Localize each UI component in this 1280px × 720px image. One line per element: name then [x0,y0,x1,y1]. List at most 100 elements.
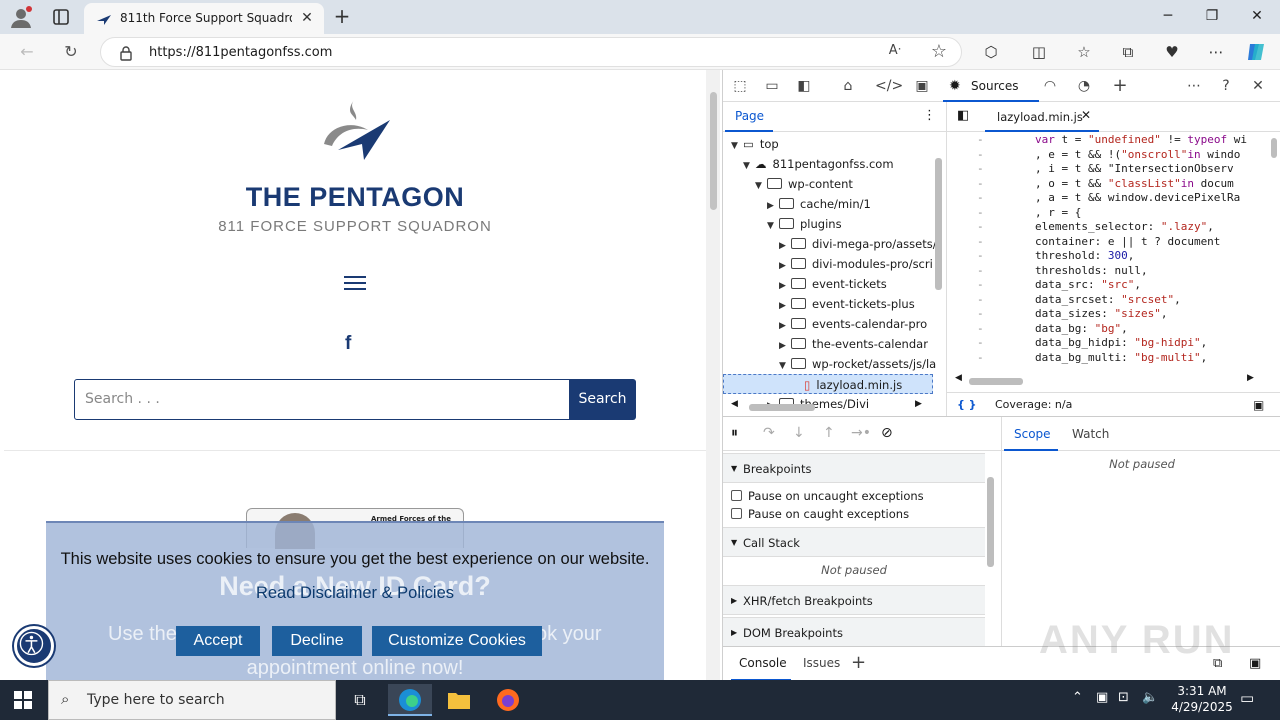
tree-item[interactable]: ▶ cache/min/1 [723,194,933,214]
address-bar[interactable]: https://811pentagonfss.com Aᐧ ☆ [100,37,962,67]
collections-icon[interactable]: ⧉ [1115,39,1141,65]
welcome-home-icon[interactable]: ⌂ [837,76,859,96]
accessibility-icon[interactable] [14,626,54,666]
deactivate-breakpoints-icon[interactable]: ⊘ [881,425,893,441]
line-gutter[interactable]: - [977,220,984,235]
close-drawer-icon[interactable]: ▣ [1249,656,1261,671]
add-drawer-tab-button[interactable]: + [851,652,866,673]
copilot-icon[interactable] [1245,40,1269,64]
line-gutter[interactable]: - [977,307,984,322]
network-icon[interactable]: ◠ [1039,76,1061,96]
scrollbar-thumb[interactable] [710,92,717,210]
tab-page[interactable]: Page [735,109,764,123]
devtools-menu-icon[interactable]: ⋯ [1183,76,1205,96]
collapsed-icon[interactable]: ▶ [779,256,791,276]
refresh-icon[interactable]: ↻ [58,39,84,65]
step-over-icon[interactable]: ↷ [763,425,775,441]
tab-sources[interactable]: ✹ Sources [943,70,1039,102]
navigator-menu-icon[interactable]: ⋮ [923,108,936,123]
line-gutter[interactable]: - [977,322,984,337]
network-tray-icon[interactable]: ⊡ [1118,690,1129,705]
step-icon[interactable]: →• [851,425,871,441]
breakpoints-section[interactable]: ▼ Breakpoints [723,453,985,483]
expanded-icon[interactable]: ▼ [767,216,779,236]
expanded-icon[interactable]: ▼ [755,176,767,196]
tree-scrollbar[interactable] [935,158,942,290]
favorites-icon[interactable]: ☆ [1071,39,1097,65]
tab-watch[interactable]: Watch [1072,427,1109,441]
debugger-scrollbar[interactable] [987,477,994,567]
tree-hscroll[interactable]: ◀ ▶ [731,399,931,412]
task-view-icon[interactable]: ⧉ [338,684,382,716]
extensions-icon[interactable]: ⬡ [978,39,1004,65]
taskbar-search[interactable]: ⌕ Type here to search [48,680,336,720]
screencast-icon[interactable]: ▣ [1253,393,1264,417]
tree-item[interactable]: ▼ plugins [723,214,933,234]
line-gutter[interactable]: - [977,162,984,177]
site-search-button[interactable]: Search [569,379,636,420]
collapsed-icon[interactable]: ▶ [767,196,779,216]
url-text[interactable]: https://811pentagonfss.com [149,45,332,60]
windows-start-icon[interactable] [14,691,32,709]
tray-device-icon[interactable]: ▣ [1096,690,1108,705]
lock-icon[interactable] [119,45,133,61]
read-aloud-icon[interactable]: Aᐧ [889,43,901,58]
line-gutter[interactable]: - [977,264,984,279]
file-explorer-icon[interactable] [437,684,481,716]
restore-button[interactable]: ❐ [1189,4,1235,30]
more-tools-icon[interactable]: + [1109,76,1131,96]
favorite-star-icon[interactable]: ☆ [931,41,947,62]
device-toolbar-icon[interactable]: ▭ [761,76,783,96]
tree-item[interactable]: ▯ lazyload.min.js [723,374,933,394]
tree-item[interactable]: ▶ event-tickets [723,274,933,294]
cookie-accept-button[interactable]: Accept [176,626,260,656]
tree-item[interactable]: ▶ divi-mega-pro/assets/ [723,234,937,256]
toggle-navigator-icon[interactable]: ◧ [957,108,969,123]
firefox-icon[interactable] [486,684,530,716]
hamburger-menu-icon[interactable] [344,276,366,292]
line-gutter[interactable]: - [977,206,984,221]
collapsed-icon[interactable]: ▶ [779,296,791,316]
collapsed-icon[interactable]: ▶ [779,236,791,256]
line-gutter[interactable]: - [977,351,984,366]
file-tab[interactable]: lazyload.min.js ✕ [985,102,1099,132]
expanded-icon[interactable]: ▼ [779,356,791,376]
close-devtools-icon[interactable]: ✕ [1247,76,1269,96]
pause-caught-checkbox[interactable]: Pause on caught exceptions [731,505,909,523]
dom-breakpoints-section[interactable]: ▶ DOM Breakpoints [723,617,985,647]
tree-item[interactable]: ▶ the-events-calendar [723,334,933,354]
system-clock[interactable]: 3:31 AM 4/29/2025 [1170,683,1234,715]
cookie-decline-button[interactable]: Decline [272,626,362,656]
tab-issues[interactable]: Issues [803,656,840,670]
xhr-breakpoints-section[interactable]: ▶ XHR/fetch Breakpoints [723,585,985,615]
inspect-element-icon[interactable]: ⬚ [729,76,751,96]
help-icon[interactable]: ? [1215,76,1237,96]
expanded-icon[interactable]: ▼ [743,156,755,176]
close-file-icon[interactable]: ✕ [1081,108,1091,122]
step-out-icon[interactable]: ↑ [823,425,835,441]
tree-item[interactable]: ▼ ☁ 811pentagonfss.com [723,154,933,174]
tree-item[interactable]: ▶ events-calendar-pro [723,314,933,334]
performance-icon[interactable]: ♥ [1159,39,1185,65]
facebook-icon[interactable]: f [345,333,365,355]
code-vscroll[interactable] [1271,138,1277,158]
tree-item[interactable]: ▼ wp-rocket/assets/js/la [723,354,936,376]
profile-icon[interactable] [8,5,34,29]
tab-scope[interactable]: Scope [1004,417,1058,451]
line-gutter[interactable]: - [977,177,984,192]
site-search-input[interactable]: Search . . . [74,379,570,420]
tree-item[interactable]: ▶ divi-modules-pro/scri [723,254,933,274]
code-lines[interactable]: - var t = "undefined" != typeof wi - , e =… [947,133,1280,383]
tree-item[interactable]: ▼ ▭ top [723,134,933,154]
tab-console[interactable]: Console [731,647,791,681]
cookie-policy-link[interactable]: Read Disclaimer & Policies [46,584,664,603]
line-gutter[interactable]: - [977,293,984,308]
tree-item[interactable]: ▶ event-tickets-plus [723,294,933,314]
close-window-button[interactable]: ✕ [1234,4,1280,30]
console-icon[interactable]: ▣ [911,76,933,96]
split-screen-icon[interactable]: ◫ [1026,39,1052,65]
line-gutter[interactable]: - [977,191,984,206]
line-gutter[interactable]: - [977,133,984,148]
browser-tab[interactable]: 811th Force Support Squadron | T ✕ [84,3,324,34]
line-gutter[interactable]: - [977,249,984,264]
